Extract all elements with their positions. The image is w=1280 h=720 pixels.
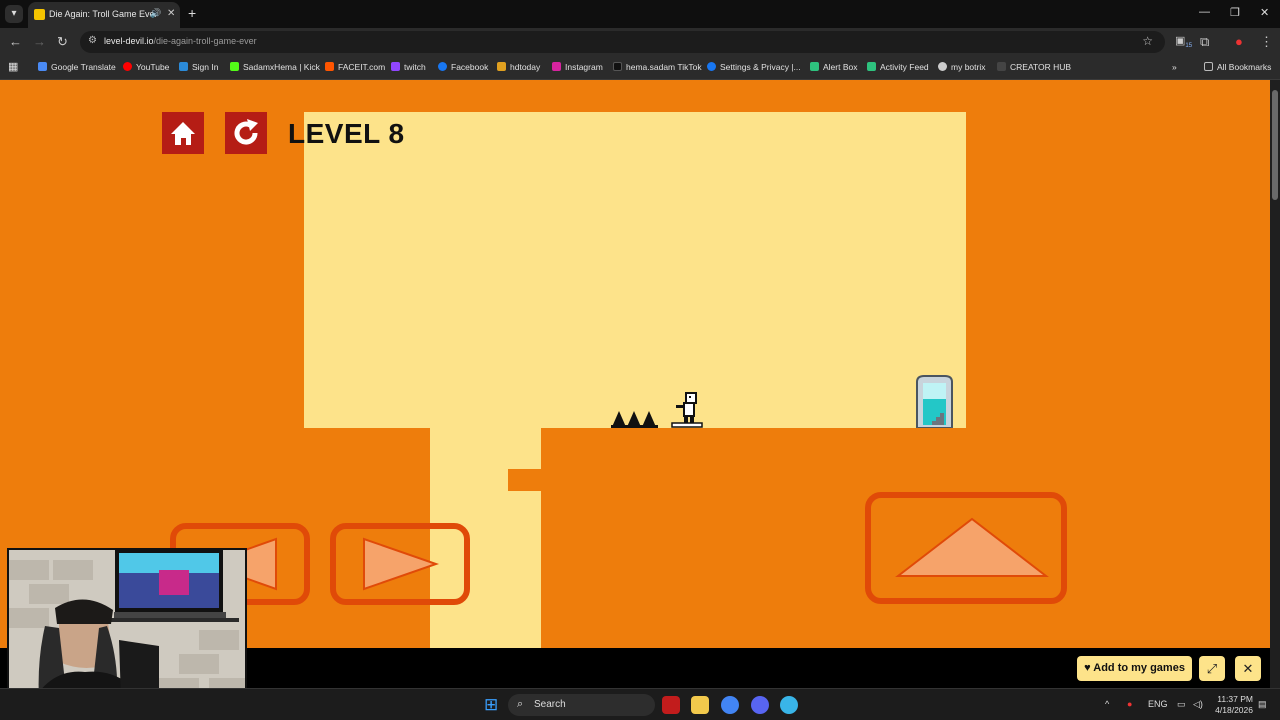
extensions-puzzle-icon[interactable]: ⧉ xyxy=(1200,34,1209,50)
browser-chrome: ▾ Die Again: Troll Game Ever 🔊 ✕ + — ❐ ✕… xyxy=(0,0,1280,80)
bookmark-instagram[interactable]: Instagram xyxy=(552,62,603,72)
new-tab-icon[interactable]: + xyxy=(188,5,196,21)
jump-button[interactable] xyxy=(865,492,1067,604)
browser-menu-icon[interactable]: ⋮ xyxy=(1260,34,1273,50)
tab-active[interactable]: Die Again: Troll Game Ever 🔊 ✕ xyxy=(28,2,180,28)
tab-title: Die Again: Troll Game Ever xyxy=(49,9,158,19)
bookmark-creator-hub[interactable]: CREATOR HUB xyxy=(997,62,1071,72)
page-scrollbar[interactable] xyxy=(1270,80,1280,688)
bookmark-tiktok[interactable]: hema.sadam TikTok xyxy=(613,62,702,72)
level-room xyxy=(304,112,966,428)
add-to-my-games-button[interactable]: ♥ Add to my games xyxy=(1077,656,1192,681)
discord-app-icon[interactable] xyxy=(751,696,769,714)
bookmark-my-botrix[interactable]: my botrix xyxy=(938,62,985,72)
tab-strip: ▾ Die Again: Troll Game Ever 🔊 ✕ + — ❐ ✕ xyxy=(0,0,1280,28)
restart-icon xyxy=(234,119,258,145)
minimize-icon[interactable]: — xyxy=(1199,6,1210,18)
microphone-icon[interactable]: ● xyxy=(1127,699,1132,709)
back-icon[interactable]: ← xyxy=(9,34,22,49)
tab-favicon-icon xyxy=(34,9,45,20)
tab-close-icon[interactable]: ✕ xyxy=(167,8,175,19)
address-bar[interactable]: ⚙ level-devil.io/die-again-troll-game-ev… xyxy=(80,31,1165,53)
bookmark-activity-feed[interactable]: Activity Feed xyxy=(867,62,929,72)
site-info-icon[interactable]: ⚙ xyxy=(88,35,97,46)
bookmark-faceit[interactable]: FACEIT.com xyxy=(325,62,385,72)
right-arrow-icon xyxy=(363,537,440,591)
player-character-icon xyxy=(671,392,703,428)
home-icon xyxy=(171,122,195,145)
app-icon[interactable] xyxy=(780,696,798,714)
profile-avatar-icon[interactable]: ● xyxy=(1235,34,1243,49)
chrome-app-icon[interactable] xyxy=(721,696,739,714)
all-bookmarks-folder[interactable]: All Bookmarks xyxy=(1204,62,1271,72)
tray-overflow-icon[interactable]: ^ xyxy=(1105,699,1109,709)
spike-trap-icon xyxy=(611,411,658,428)
extension-icon[interactable]: ▣15 xyxy=(1175,34,1192,49)
notifications-icon[interactable]: ▤ xyxy=(1258,699,1267,710)
language-indicator[interactable]: ENG xyxy=(1148,699,1168,709)
tab-audio-icon[interactable]: 🔊 xyxy=(150,8,161,19)
clock[interactable]: 11:37 PM 4/18/2026 xyxy=(1213,694,1253,716)
volume-icon[interactable]: ◁) xyxy=(1193,699,1203,710)
network-icon[interactable]: ▭ xyxy=(1177,699,1186,710)
level-title: LEVEL 8 xyxy=(288,118,405,149)
restore-icon[interactable]: ❐ xyxy=(1230,6,1240,19)
scrollbar-thumb[interactable] xyxy=(1272,90,1278,200)
bookmark-youtube[interactable]: YouTube xyxy=(123,62,169,72)
file-explorer-icon[interactable] xyxy=(691,696,709,714)
bookmarks-bar: ▦ Google Translate YouTube Sign In Sadam… xyxy=(0,56,1280,80)
streamer-webcam-image xyxy=(9,550,245,708)
home-button[interactable] xyxy=(162,112,204,154)
close-game-icon[interactable]: ✕ xyxy=(1235,656,1261,681)
bookmark-kick[interactable]: SadamxHema | Kick xyxy=(230,62,320,72)
windows-taskbar: ⊞ ⌕ Search ^ ● ENG ▭ ◁) 11:37 PM 4/18/202… xyxy=(0,688,1280,720)
bookmark-facebook[interactable]: Facebook xyxy=(438,62,488,72)
bookmark-alert-box[interactable]: Alert Box xyxy=(810,62,858,72)
webcam-overlay xyxy=(7,548,247,710)
pit-ledge xyxy=(508,469,541,491)
up-arrow-icon xyxy=(895,517,1049,577)
bookmark-sign-in[interactable]: Sign In xyxy=(179,62,218,72)
bookmark-star-icon[interactable]: ☆ xyxy=(1142,34,1153,48)
bookmark-twitch[interactable]: twitch xyxy=(391,62,426,72)
search-icon: ⌕ xyxy=(517,698,524,710)
navigation-bar: ← → ↻ ⚙ level-devil.io/die-again-troll-g… xyxy=(0,28,1280,56)
exit-door-icon xyxy=(916,375,953,428)
voice-mod-app-icon[interactable] xyxy=(662,696,680,714)
url-text: level-devil.io/die-again-troll-game-ever xyxy=(104,36,257,46)
close-window-icon[interactable]: ✕ xyxy=(1260,6,1269,19)
more-bookmarks-icon[interactable]: » xyxy=(1172,62,1177,72)
apps-grid-icon[interactable]: ▦ xyxy=(8,60,18,73)
bookmark-google-translate[interactable]: Google Translate xyxy=(38,62,116,72)
tab-search-icon[interactable]: ▾ xyxy=(5,5,23,23)
restart-button[interactable] xyxy=(225,112,267,154)
forward-icon[interactable]: → xyxy=(33,34,46,49)
reload-icon[interactable]: ↻ xyxy=(57,34,68,50)
taskbar-search[interactable]: ⌕ Search xyxy=(508,694,655,716)
move-right-button[interactable] xyxy=(330,523,470,605)
fullscreen-icon[interactable]: ⤢ xyxy=(1199,656,1225,681)
bookmark-settings-privacy[interactable]: Settings & Privacy |... xyxy=(707,62,801,72)
bookmark-hdtoday[interactable]: hdtoday xyxy=(497,62,540,72)
windows-start-icon[interactable]: ⊞ xyxy=(484,695,498,715)
